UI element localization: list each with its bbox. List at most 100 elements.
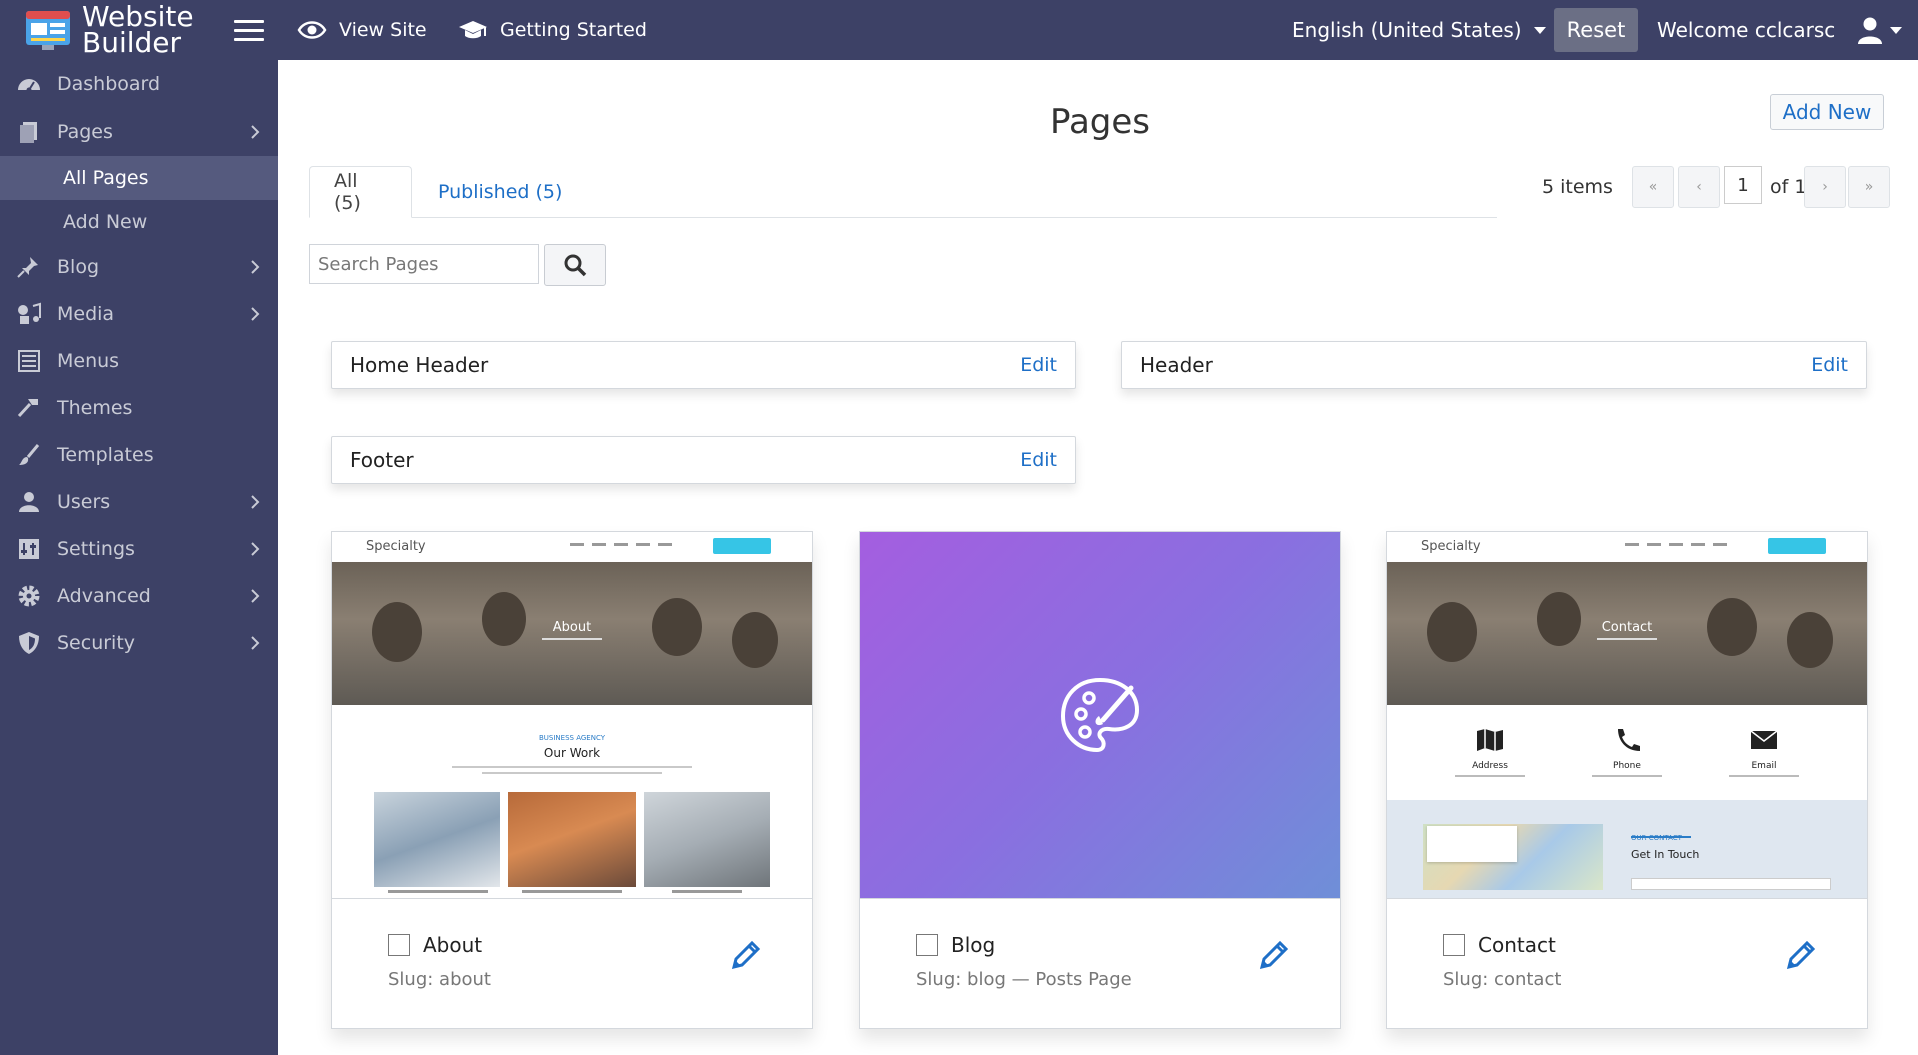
top-bar: Website Builder View Site Getting Starte… <box>0 0 1918 60</box>
view-site-link[interactable]: View Site <box>297 14 427 46</box>
card-title: Blog <box>951 933 996 957</box>
sidebar-item-security[interactable]: Security <box>0 623 278 663</box>
thumb-email-label: Email <box>1751 761 1777 771</box>
first-page-button[interactable]: « <box>1632 166 1674 208</box>
shield-icon <box>19 632 39 654</box>
thumb-hero-title: About <box>552 620 592 635</box>
reset-button[interactable]: Reset <box>1554 8 1638 52</box>
select-checkbox[interactable] <box>388 934 410 956</box>
eye-icon <box>297 21 327 39</box>
edit-link[interactable]: Edit <box>1811 354 1848 376</box>
section-name: Footer <box>350 448 414 472</box>
media-icon <box>18 302 41 324</box>
select-checkbox[interactable] <box>1443 934 1465 956</box>
search-button[interactable] <box>544 244 606 286</box>
caret-down-icon <box>1890 26 1902 34</box>
card-slug: Slug: contact <box>1443 969 1562 990</box>
thumb-hero: About <box>332 562 812 705</box>
language-dropdown[interactable]: English (United States) <box>1292 14 1546 46</box>
sidebar-item-templates[interactable]: Templates <box>0 435 278 475</box>
pencil-edit-icon[interactable] <box>1783 937 1819 973</box>
user-menu[interactable] <box>1858 16 1902 44</box>
view-site-label: View Site <box>339 19 427 41</box>
sidebar-subitem-all-pages[interactable]: All Pages <box>0 156 278 200</box>
current-page-input[interactable] <box>1724 166 1762 204</box>
sidebar-item-settings[interactable]: Settings <box>0 529 278 569</box>
menu-list-icon <box>18 350 40 372</box>
sidebar-item-label: Advanced <box>57 585 151 607</box>
sidebar-item-blog[interactable]: Blog <box>0 247 278 287</box>
prev-page-button[interactable]: ‹ <box>1678 166 1720 208</box>
sidebar-item-label: Templates <box>57 444 154 466</box>
sidebar-subitem-add-new[interactable]: Add New <box>0 200 278 244</box>
add-new-button[interactable]: Add New <box>1770 94 1884 130</box>
envelope-icon <box>1750 730 1778 749</box>
sidebar-item-dashboard[interactable]: Dashboard <box>0 64 278 104</box>
sidebar-subitem-label: All Pages <box>63 167 149 189</box>
pages-icon <box>20 122 37 143</box>
page-total: of 1 <box>1770 176 1807 198</box>
graduation-cap-icon <box>459 21 487 39</box>
page-card-contact: Specialty Contact Address Phone Email Ge… <box>1386 531 1868 1029</box>
sidebar-item-pages[interactable]: Pages <box>0 112 278 152</box>
sidebar-item-label: Settings <box>57 538 135 560</box>
edit-link[interactable]: Edit <box>1020 354 1057 376</box>
section-footer: Footer Edit <box>331 436 1076 484</box>
section-home-header: Home Header Edit <box>331 341 1076 389</box>
search-icon <box>564 254 587 277</box>
sidebar-item-advanced[interactable]: Advanced <box>0 576 278 616</box>
thumb-hero-title: Contact <box>1601 620 1653 635</box>
thumb-brand: Specialty <box>366 539 426 554</box>
sidebar-item-label: Dashboard <box>57 73 161 95</box>
website-builder-logo-icon <box>26 11 70 50</box>
pin-icon <box>17 257 38 278</box>
card-title: Contact <box>1478 933 1556 957</box>
tab-published[interactable]: Published (5) <box>414 166 586 218</box>
thumb-address-label: Address <box>1472 761 1508 771</box>
sidebar-item-label: Blog <box>57 256 99 278</box>
sidebar-item-themes[interactable]: Themes <box>0 388 278 428</box>
user-icon <box>1858 17 1882 44</box>
page-card-about: Specialty About BUSINESS AGENCY Our Work… <box>331 531 813 1029</box>
section-name: Home Header <box>350 353 489 377</box>
page-thumbnail[interactable] <box>860 532 1340 899</box>
chevron-right-icon <box>251 307 260 321</box>
thumb-heading: Our Work <box>543 746 601 760</box>
sidebar-item-label: Themes <box>57 397 133 419</box>
hammer-icon <box>17 399 38 418</box>
thumb-heading: Get In Touch <box>1631 848 1700 861</box>
sidebar-item-users[interactable]: Users <box>0 482 278 522</box>
section-header: Header Edit <box>1121 341 1867 389</box>
last-page-button[interactable]: » <box>1848 166 1890 208</box>
user-icon <box>19 492 39 512</box>
card-title: About <box>423 933 483 957</box>
dashboard-icon <box>18 79 40 93</box>
chevron-right-icon <box>251 636 260 650</box>
caret-down-icon <box>1533 26 1546 34</box>
select-checkbox[interactable] <box>916 934 938 956</box>
sidebar-item-menus[interactable]: Menus <box>0 341 278 381</box>
chevron-right-icon <box>251 260 260 274</box>
hamburger-menu-icon[interactable] <box>234 20 264 42</box>
thumb-eyebrow: OUR CONTACT <box>1631 834 1682 842</box>
chevron-right-icon <box>251 495 260 509</box>
pencil-edit-icon[interactable] <box>728 937 764 973</box>
chevron-right-icon <box>251 125 260 139</box>
edit-link[interactable]: Edit <box>1020 449 1057 471</box>
welcome-text: Welcome cclcarsc <box>1657 18 1836 42</box>
chevron-right-icon <box>251 542 260 556</box>
getting-started-link[interactable]: Getting Started <box>458 14 647 46</box>
card-slug: Slug: about <box>388 969 491 990</box>
map-icon <box>1477 729 1503 751</box>
items-count: 5 items <box>1542 176 1613 198</box>
sidebar-item-label: Pages <box>57 121 113 143</box>
thumb-map: Get In Touch <box>1387 800 1867 898</box>
search-input[interactable] <box>309 244 539 284</box>
page-thumbnail[interactable]: Specialty Contact Address Phone Email Ge… <box>1387 532 1867 899</box>
app-logo[interactable]: Website Builder <box>24 3 224 57</box>
tab-all[interactable]: All (5) <box>309 166 412 218</box>
sidebar-item-media[interactable]: Media <box>0 294 278 334</box>
page-thumbnail[interactable]: Specialty About BUSINESS AGENCY Our Work <box>332 532 812 899</box>
pencil-edit-icon[interactable] <box>1256 937 1292 973</box>
next-page-button[interactable]: › <box>1804 166 1846 208</box>
